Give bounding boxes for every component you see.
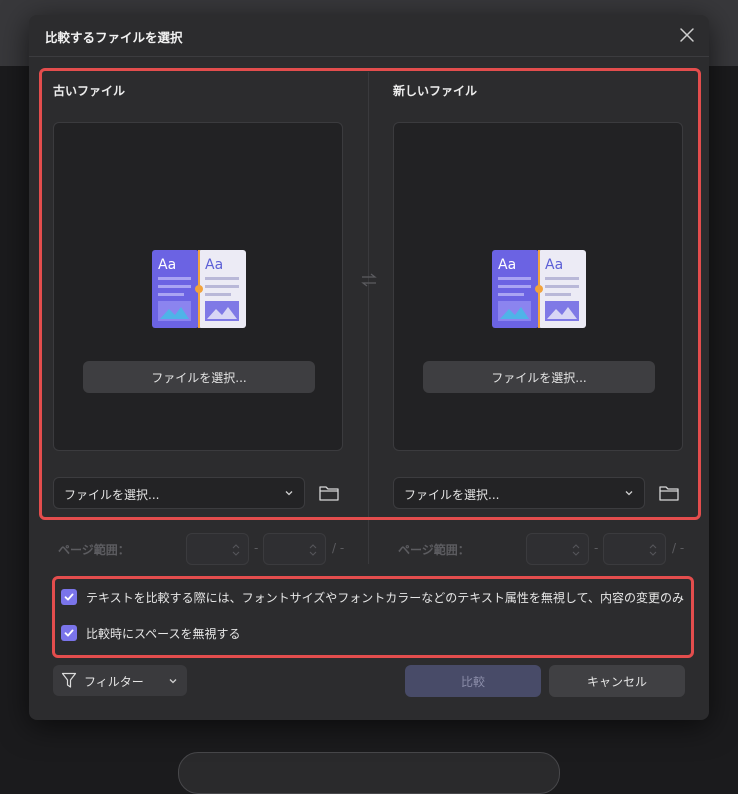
chevron-down-icon (285, 491, 293, 496)
spinner-arrows-icon (232, 544, 240, 556)
new-page-range-label: ページ範囲： (398, 543, 470, 557)
close-icon (680, 28, 694, 42)
old-page-total: / - (332, 541, 345, 555)
chevron-down-icon (625, 491, 633, 496)
spinner-arrows-icon (572, 544, 580, 556)
old-page-range-start[interactable] (186, 533, 249, 565)
compare-documents-icon: Aa Aa (492, 250, 586, 328)
new-file-select[interactable]: ファイルを選択... (393, 477, 645, 509)
dialog-title: 比較するファイルを選択 (45, 30, 183, 45)
old-file-select-value: ファイルを選択... (64, 488, 160, 502)
filter-dropdown[interactable]: フィルター (53, 665, 187, 696)
compare-button[interactable]: 比較 (405, 665, 541, 697)
cancel-button[interactable]: キャンセル (549, 665, 685, 697)
ignore-spaces-label: 比較時にスペースを無視する (86, 626, 241, 641)
old-file-pick-button[interactable]: ファイルを選択... (83, 361, 315, 393)
old-file-drop-area[interactable]: Aa Aa ファイルを選択... (53, 122, 343, 451)
old-file-select[interactable]: ファイルを選択... (53, 477, 305, 509)
aa-text-right: Aa (545, 257, 563, 273)
checkmark-icon (64, 593, 74, 601)
background-toolbar-pill (178, 752, 560, 794)
aa-text-right: Aa (205, 257, 223, 273)
new-file-select-value: ファイルを選択... (404, 488, 500, 502)
aa-text-left: Aa (498, 257, 516, 273)
old-page-range-label: ページ範囲： (58, 543, 130, 557)
ignore-spaces-checkbox[interactable] (61, 625, 77, 641)
new-file-drop-area[interactable]: Aa Aa ファイルを選択... (393, 122, 683, 451)
filter-label: フィルター (84, 675, 144, 689)
new-page-range-end[interactable] (603, 533, 666, 565)
new-file-title: 新しいファイル (393, 84, 478, 98)
old-range-separator: - (254, 541, 259, 555)
compare-documents-icon: Aa Aa (152, 250, 246, 328)
panel-divider (368, 72, 369, 564)
dialog-titlebar: 比較するファイルを選択 (29, 15, 709, 57)
new-file-pick-button[interactable]: ファイルを選択... (423, 361, 655, 393)
spinner-arrows-icon (309, 544, 317, 556)
option-ignore-spaces[interactable]: 比較時にスペースを無視する (61, 624, 241, 642)
close-button[interactable] (677, 25, 697, 45)
ignore-attributes-checkbox[interactable] (61, 589, 77, 605)
new-page-total: / - (672, 541, 685, 555)
checkmark-icon (64, 629, 74, 637)
old-file-title: 古いファイル (53, 84, 126, 98)
new-page-range-start[interactable] (526, 533, 589, 565)
spinner-arrows-icon (649, 544, 657, 556)
ignore-attributes-label: テキストを比較する際には、フォントサイズやフォントカラーなどのテキスト属性を無視… (86, 590, 684, 605)
aa-text-left: Aa (158, 257, 176, 273)
filter-icon (61, 672, 77, 688)
swap-files-icon[interactable] (359, 270, 379, 290)
old-page-range-end[interactable] (263, 533, 326, 565)
option-ignore-text-attributes[interactable]: テキストを比較する際には、フォントサイズやフォントカラーなどのテキスト属性を無視… (61, 588, 684, 606)
old-file-folder-icon[interactable] (318, 482, 340, 504)
compare-files-dialog: 比較するファイルを選択 古いファイル Aa Aa ファイルを選択... ファイル… (29, 15, 709, 720)
new-file-folder-icon[interactable] (658, 482, 680, 504)
new-range-separator: - (594, 541, 599, 555)
chevron-down-icon (169, 679, 177, 684)
